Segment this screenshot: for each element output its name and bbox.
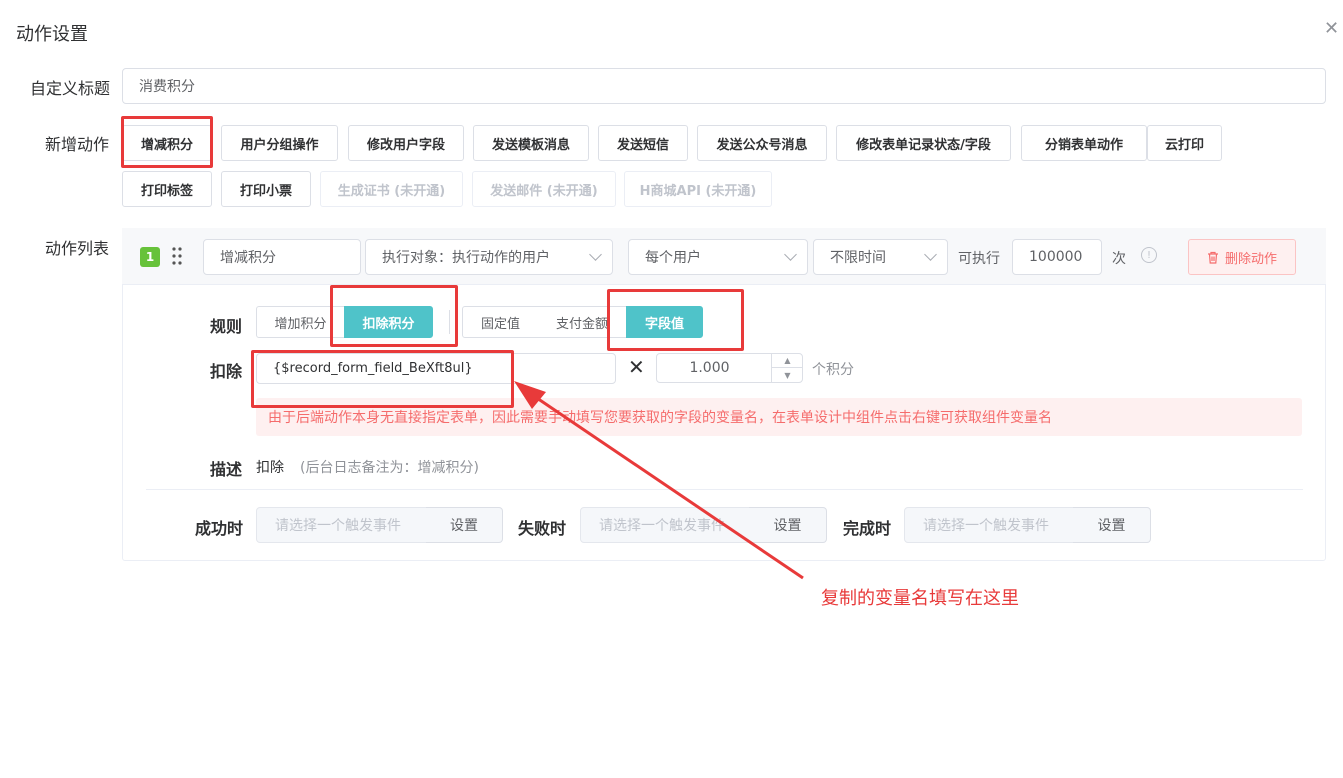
annotation-arrow [514, 381, 804, 580]
annotation-text: 复制的变量名填写在这里 [821, 588, 1019, 609]
